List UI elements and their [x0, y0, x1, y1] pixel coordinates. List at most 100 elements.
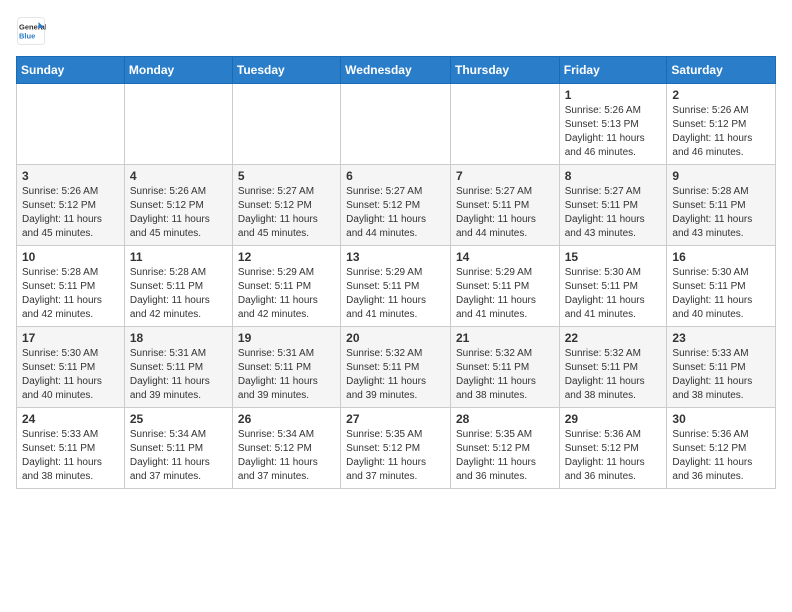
calendar-day-cell: 3 Sunrise: 5:26 AM Sunset: 5:12 PM Daylig… — [17, 165, 125, 246]
day-info: Sunrise: 5:34 AM Sunset: 5:12 PM Dayligh… — [238, 428, 335, 484]
day-info: Sunrise: 5:30 AM Sunset: 5:11 PM Dayligh… — [565, 266, 662, 322]
logo: General Blue — [16, 16, 46, 46]
calendar-day-cell: 23 Sunrise: 5:33 AM Sunset: 5:11 PM Dayli… — [667, 327, 776, 408]
day-info: Sunrise: 5:33 AM Sunset: 5:11 PM Dayligh… — [672, 347, 770, 403]
calendar-day-cell: 2Sunrise: 5:26 AM Sunset: 5:12 PM Daylig… — [667, 84, 776, 165]
weekday-header: Saturday — [667, 57, 776, 84]
calendar-day-cell: 12 Sunrise: 5:29 AM Sunset: 5:11 PM Dayli… — [232, 246, 340, 327]
day-info: Sunrise: 5:30 AM Sunset: 5:11 PM Dayligh… — [22, 347, 119, 403]
calendar-day-cell: 22 Sunrise: 5:32 AM Sunset: 5:11 PM Dayli… — [559, 327, 667, 408]
calendar-week-row: 10Sunrise: 5:28 AM Sunset: 5:11 PM Dayli… — [17, 246, 776, 327]
calendar-week-row: 3 Sunrise: 5:26 AM Sunset: 5:12 PM Daylig… — [17, 165, 776, 246]
calendar-day-cell: 15 Sunrise: 5:30 AM Sunset: 5:11 PM Dayli… — [559, 246, 667, 327]
calendar-week-row: 17 Sunrise: 5:30 AM Sunset: 5:11 PM Dayli… — [17, 327, 776, 408]
day-number: 28 — [456, 412, 554, 426]
calendar-day-cell: 6Sunrise: 5:27 AM Sunset: 5:12 PM Daylig… — [341, 165, 451, 246]
day-number: 27 — [346, 412, 445, 426]
day-number: 24 — [22, 412, 119, 426]
calendar-day-cell: 28 Sunrise: 5:35 AM Sunset: 5:12 PM Dayli… — [450, 408, 559, 489]
calendar-day-cell: 29 Sunrise: 5:36 AM Sunset: 5:12 PM Dayli… — [559, 408, 667, 489]
calendar-day-cell: 21 Sunrise: 5:32 AM Sunset: 5:11 PM Dayli… — [450, 327, 559, 408]
day-info: Sunrise: 5:26 AM Sunset: 5:12 PM Dayligh… — [22, 185, 119, 241]
calendar-day-cell: 24Sunrise: 5:33 AM Sunset: 5:11 PM Dayli… — [17, 408, 125, 489]
calendar-header-row: SundayMondayTuesdayWednesdayThursdayFrid… — [17, 57, 776, 84]
calendar-day-cell: 13 Sunrise: 5:29 AM Sunset: 5:11 PM Dayli… — [341, 246, 451, 327]
calendar-day-cell: 16 Sunrise: 5:30 AM Sunset: 5:11 PM Dayli… — [667, 246, 776, 327]
day-number: 30 — [672, 412, 770, 426]
day-number: 21 — [456, 331, 554, 345]
day-number: 17 — [22, 331, 119, 345]
logo-icon: General Blue — [16, 16, 46, 46]
calendar-day-cell — [124, 84, 232, 165]
calendar-day-cell — [450, 84, 559, 165]
day-number: 11 — [130, 250, 227, 264]
day-info: Sunrise: 5:32 AM Sunset: 5:11 PM Dayligh… — [456, 347, 554, 403]
day-number: 3 — [22, 169, 119, 183]
weekday-header: Tuesday — [232, 57, 340, 84]
day-info: Sunrise: 5:27 AM Sunset: 5:11 PM Dayligh… — [456, 185, 554, 241]
day-info: Sunrise: 5:32 AM Sunset: 5:11 PM Dayligh… — [565, 347, 662, 403]
calendar-day-cell: 4 Sunrise: 5:26 AM Sunset: 5:12 PM Daylig… — [124, 165, 232, 246]
calendar-week-row: 1 Sunrise: 5:26 AM Sunset: 5:13 PM Daylig… — [17, 84, 776, 165]
weekday-header: Friday — [559, 57, 667, 84]
calendar-day-cell — [17, 84, 125, 165]
day-number: 13 — [346, 250, 445, 264]
day-number: 29 — [565, 412, 662, 426]
day-number: 7 — [456, 169, 554, 183]
weekday-header: Thursday — [450, 57, 559, 84]
day-info: Sunrise: 5:30 AM Sunset: 5:11 PM Dayligh… — [672, 266, 770, 322]
day-info: Sunrise: 5:34 AM Sunset: 5:11 PM Dayligh… — [130, 428, 227, 484]
day-number: 2 — [672, 88, 770, 102]
day-info: Sunrise: 5:26 AM Sunset: 5:13 PM Dayligh… — [565, 104, 662, 160]
day-info: Sunrise: 5:27 AM Sunset: 5:11 PM Dayligh… — [565, 185, 662, 241]
day-info: Sunrise: 5:29 AM Sunset: 5:11 PM Dayligh… — [346, 266, 445, 322]
page-header: General Blue — [16, 16, 776, 46]
calendar-day-cell: 18Sunrise: 5:31 AM Sunset: 5:11 PM Dayli… — [124, 327, 232, 408]
calendar-day-cell: 8 Sunrise: 5:27 AM Sunset: 5:11 PM Daylig… — [559, 165, 667, 246]
day-number: 1 — [565, 88, 662, 102]
day-info: Sunrise: 5:27 AM Sunset: 5:12 PM Dayligh… — [238, 185, 335, 241]
day-number: 4 — [130, 169, 227, 183]
day-info: Sunrise: 5:28 AM Sunset: 5:11 PM Dayligh… — [22, 266, 119, 322]
day-info: Sunrise: 5:31 AM Sunset: 5:11 PM Dayligh… — [238, 347, 335, 403]
day-info: Sunrise: 5:29 AM Sunset: 5:11 PM Dayligh… — [238, 266, 335, 322]
day-info: Sunrise: 5:35 AM Sunset: 5:12 PM Dayligh… — [346, 428, 445, 484]
calendar-day-cell: 7 Sunrise: 5:27 AM Sunset: 5:11 PM Daylig… — [450, 165, 559, 246]
weekday-header: Sunday — [17, 57, 125, 84]
calendar-day-cell: 26 Sunrise: 5:34 AM Sunset: 5:12 PM Dayli… — [232, 408, 340, 489]
day-info: Sunrise: 5:36 AM Sunset: 5:12 PM Dayligh… — [565, 428, 662, 484]
day-number: 16 — [672, 250, 770, 264]
calendar-day-cell: 10Sunrise: 5:28 AM Sunset: 5:11 PM Dayli… — [17, 246, 125, 327]
weekday-header: Wednesday — [341, 57, 451, 84]
calendar-day-cell: 14Sunrise: 5:29 AM Sunset: 5:11 PM Dayli… — [450, 246, 559, 327]
calendar-day-cell: 11 Sunrise: 5:28 AM Sunset: 5:11 PM Dayli… — [124, 246, 232, 327]
calendar-day-cell — [232, 84, 340, 165]
day-number: 8 — [565, 169, 662, 183]
calendar-day-cell: 20Sunrise: 5:32 AM Sunset: 5:11 PM Dayli… — [341, 327, 451, 408]
calendar-table: SundayMondayTuesdayWednesdayThursdayFrid… — [16, 56, 776, 489]
calendar-day-cell: 19Sunrise: 5:31 AM Sunset: 5:11 PM Dayli… — [232, 327, 340, 408]
calendar-day-cell: 9Sunrise: 5:28 AM Sunset: 5:11 PM Daylig… — [667, 165, 776, 246]
calendar-day-cell: 17 Sunrise: 5:30 AM Sunset: 5:11 PM Dayli… — [17, 327, 125, 408]
calendar-day-cell: 1 Sunrise: 5:26 AM Sunset: 5:13 PM Daylig… — [559, 84, 667, 165]
calendar-day-cell — [341, 84, 451, 165]
day-info: Sunrise: 5:28 AM Sunset: 5:11 PM Dayligh… — [130, 266, 227, 322]
svg-text:Blue: Blue — [19, 32, 35, 41]
calendar-week-row: 24Sunrise: 5:33 AM Sunset: 5:11 PM Dayli… — [17, 408, 776, 489]
day-number: 9 — [672, 169, 770, 183]
day-number: 22 — [565, 331, 662, 345]
day-number: 23 — [672, 331, 770, 345]
day-info: Sunrise: 5:35 AM Sunset: 5:12 PM Dayligh… — [456, 428, 554, 484]
calendar-day-cell: 27 Sunrise: 5:35 AM Sunset: 5:12 PM Dayli… — [341, 408, 451, 489]
day-number: 26 — [238, 412, 335, 426]
day-number: 25 — [130, 412, 227, 426]
day-number: 15 — [565, 250, 662, 264]
calendar-day-cell: 5 Sunrise: 5:27 AM Sunset: 5:12 PM Daylig… — [232, 165, 340, 246]
calendar-day-cell: 30 Sunrise: 5:36 AM Sunset: 5:12 PM Dayli… — [667, 408, 776, 489]
day-number: 5 — [238, 169, 335, 183]
day-info: Sunrise: 5:26 AM Sunset: 5:12 PM Dayligh… — [130, 185, 227, 241]
day-number: 14 — [456, 250, 554, 264]
day-info: Sunrise: 5:36 AM Sunset: 5:12 PM Dayligh… — [672, 428, 770, 484]
weekday-header: Monday — [124, 57, 232, 84]
day-number: 12 — [238, 250, 335, 264]
